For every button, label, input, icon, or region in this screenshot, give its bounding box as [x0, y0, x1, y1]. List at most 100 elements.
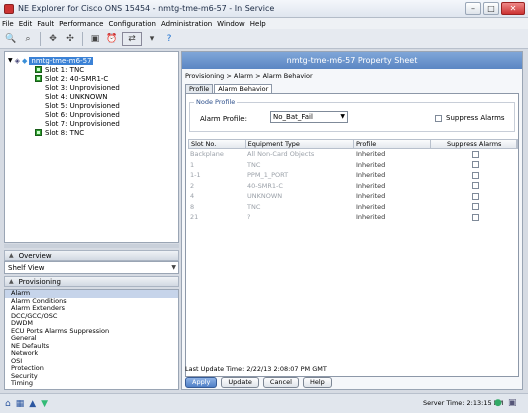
node-icon: ◈ [14, 56, 21, 65]
row-suppress-checkbox[interactable] [472, 150, 479, 158]
maximize-button[interactable]: □ [483, 2, 499, 15]
zoom-out-icon[interactable]: ⌕ [21, 32, 35, 46]
node-profile-label: Node Profile [194, 98, 238, 106]
table-row[interactable]: 4 UNKNOWN Inherited [188, 191, 518, 202]
apply-button[interactable]: Apply [185, 377, 218, 388]
close-button[interactable]: ✕ [501, 2, 525, 15]
row-suppress-checkbox[interactable] [472, 203, 479, 211]
alarm-profile-select[interactable]: No_Bat_Fail ▼ [270, 111, 348, 123]
suppress-alarms-checkbox[interactable] [435, 114, 442, 122]
update-button[interactable]: Update [221, 377, 259, 388]
tab-profile[interactable]: Profile [185, 84, 214, 93]
help-button[interactable]: Help [302, 377, 332, 388]
menu-bar: File Edit Fault Performance Configuratio… [0, 18, 528, 29]
tab-alarm-behavior[interactable]: Alarm Behavior [214, 84, 273, 93]
up-arrow-icon[interactable]: ▲ [29, 399, 36, 409]
menu-edit[interactable]: Edit [19, 20, 33, 28]
property-sheet-title: nmtg-tme-m6-57 Property Sheet [182, 52, 522, 69]
tree-slot-6[interactable]: Slot 6: Unprovisioned [45, 110, 120, 119]
network-icon[interactable]: ⌂ [5, 399, 11, 409]
alarm-profile-label: Alarm Profile: [200, 115, 247, 123]
alarm-clock-icon[interactable]: ⏰ [105, 32, 119, 46]
table-row[interactable]: 1-1 PPM_1_PORT Inherited [188, 170, 518, 181]
menu-administration[interactable]: Administration [161, 20, 212, 28]
tree-slot-4[interactable]: Slot 4: UNKNOWN [45, 92, 108, 101]
collapse-icon[interactable]: ▼ [8, 57, 13, 64]
row-suppress-checkbox[interactable] [472, 213, 479, 221]
row-suppress-checkbox[interactable] [472, 182, 479, 190]
card-icon [35, 66, 42, 73]
col-profile[interactable]: Profile [354, 140, 431, 148]
table-row[interactable]: 1 TNC Inherited [188, 160, 518, 171]
app-icon [4, 3, 14, 14]
move-icon[interactable]: ✥ [46, 32, 60, 46]
tree-slot-8[interactable]: Slot 8: TNC [35, 128, 84, 137]
shelf-icon[interactable]: ▦ [16, 399, 25, 409]
node-tree: ▼ ◈ ◆ nmtg-tme-m6-57 Slot 1: TNC Slot 2:… [4, 51, 179, 243]
row-suppress-checkbox[interactable] [472, 161, 479, 169]
diamond-icon: ◆ [22, 56, 28, 65]
row-suppress-checkbox[interactable] [472, 192, 479, 200]
prov-item[interactable]: Network [5, 349, 178, 358]
provisioning-list: Alarm Alarm Conditions Alarm Extenders D… [4, 289, 179, 390]
menu-file[interactable]: File [2, 20, 14, 28]
status-bar: ⌂ ▦ ▲ ▼ Server Time: 2:13:15 PM ● ▣ [0, 393, 528, 413]
tab-body: Node Profile Alarm Profile: No_Bat_Fail … [185, 93, 519, 377]
minimize-button[interactable]: – [465, 2, 481, 15]
window-title: NE Explorer for Cisco ONS 15454 - nmtg-t… [18, 4, 275, 13]
zoom-in-icon[interactable]: 🔍 [4, 32, 18, 46]
tree-slot-7[interactable]: Slot 7: Unprovisioned [45, 119, 120, 128]
cancel-button[interactable]: Cancel [262, 377, 299, 388]
menu-configuration[interactable]: Configuration [108, 20, 155, 28]
table-row[interactable]: 2 40-SMR1-C Inherited [188, 181, 518, 192]
col-equipment-type[interactable]: Equipment Type [246, 140, 354, 148]
tree-slot-5[interactable]: Slot 5: Unprovisioned [45, 101, 120, 110]
chevron-down-icon: ▼ [171, 264, 176, 271]
col-suppress[interactable]: Suppress Alarms [431, 140, 517, 148]
tree-slot-3[interactable]: Slot 3: Unprovisioned [45, 83, 120, 92]
property-sheet: nmtg-tme-m6-57 Property Sheet Provisioni… [181, 51, 523, 390]
title-bar: NE Explorer for Cisco ONS 15454 - nmtg-t… [0, 0, 528, 18]
fit-icon[interactable]: ✣ [63, 32, 77, 46]
chevron-up-icon: ▲ [9, 252, 14, 259]
toolbar-separator [82, 31, 83, 46]
chevron-up-icon: ▲ [9, 278, 14, 285]
tree-slot-1[interactable]: Slot 1: TNC [35, 65, 84, 74]
toolbar: 🔍 ⌕ ✥ ✣ ▣ ⏰ ⇄ ▾ ? [0, 29, 528, 49]
menu-window[interactable]: Window [217, 20, 245, 28]
lock-icon: ▣ [508, 398, 517, 408]
overview-header[interactable]: ▲ Overview [4, 250, 179, 261]
alarm-behavior-table: Slot No. Equipment Type Profile Suppress… [188, 139, 518, 376]
tree-root-row[interactable]: ▼ ◈ ◆ nmtg-tme-m6-57 [8, 56, 94, 65]
bookmark-icon[interactable]: ▣ [88, 32, 102, 46]
card-icon [35, 129, 42, 136]
provisioning-header[interactable]: ▲ Provisioning [4, 276, 179, 287]
table-row[interactable]: Backplane All Non-Card Objects Inherited [188, 149, 518, 160]
chevron-down-icon: ▼ [340, 113, 345, 120]
help-icon[interactable]: ? [162, 32, 176, 46]
table-row[interactable]: 21 ? Inherited [188, 212, 518, 223]
row-suppress-checkbox[interactable] [472, 171, 479, 179]
suppress-alarms-label: Suppress Alarms [446, 114, 505, 122]
last-update-time: Last Update Time: 2/22/13 2:08:07 PM GMT [185, 365, 327, 373]
refresh-icon[interactable]: ⇄ [122, 31, 142, 46]
menu-help[interactable]: Help [250, 20, 266, 28]
menu-performance[interactable]: Performance [59, 20, 103, 28]
node-profile-group: Node Profile Alarm Profile: No_Bat_Fail … [189, 98, 515, 132]
toolbar-separator [40, 31, 41, 46]
tree-root-label[interactable]: nmtg-tme-m6-57 [29, 56, 94, 65]
shelf-view-select[interactable]: Shelf View ▼ [4, 261, 179, 274]
connection-icon: ● [494, 398, 502, 408]
down-arrow-icon[interactable]: ▼ [41, 399, 48, 409]
tree-slot-2[interactable]: Slot 2: 40-SMR1-C [35, 74, 108, 83]
server-time: Server Time: 2:13:15 PM [423, 399, 504, 407]
prov-item[interactable]: Timing [5, 379, 178, 388]
menu-fault[interactable]: Fault [37, 20, 54, 28]
pane-splitter[interactable] [4, 244, 179, 248]
col-slot[interactable]: Slot No. [189, 140, 246, 148]
breadcrumb: Provisioning > Alarm > Alarm Behavior [185, 72, 313, 80]
table-row[interactable]: 8 TNC Inherited [188, 202, 518, 213]
card-icon [35, 75, 42, 82]
table-header: Slot No. Equipment Type Profile Suppress… [188, 139, 518, 149]
dropdown-icon[interactable]: ▾ [145, 32, 159, 46]
